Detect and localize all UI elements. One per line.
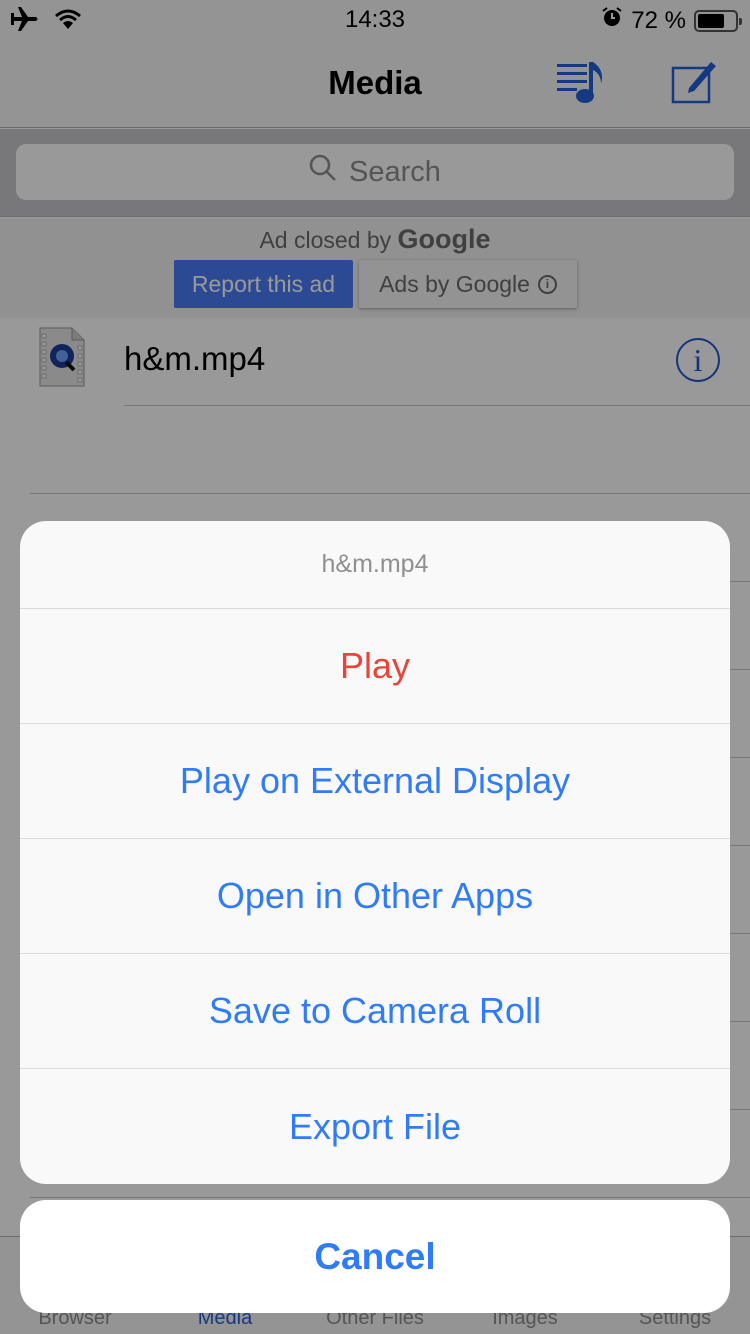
play-on-external-display-button[interactable]: Play on External Display — [20, 724, 730, 839]
play-button[interactable]: Play — [20, 609, 730, 724]
open-in-other-apps-button[interactable]: Open in Other Apps — [20, 839, 730, 954]
action-sheet: h&m.mp4 Play Play on External Display Op… — [20, 521, 730, 1184]
cancel-button[interactable]: Cancel — [20, 1200, 730, 1313]
action-sheet-title: h&m.mp4 — [20, 521, 730, 609]
save-to-camera-roll-button[interactable]: Save to Camera Roll — [20, 954, 730, 1069]
export-file-button[interactable]: Export File — [20, 1069, 730, 1184]
